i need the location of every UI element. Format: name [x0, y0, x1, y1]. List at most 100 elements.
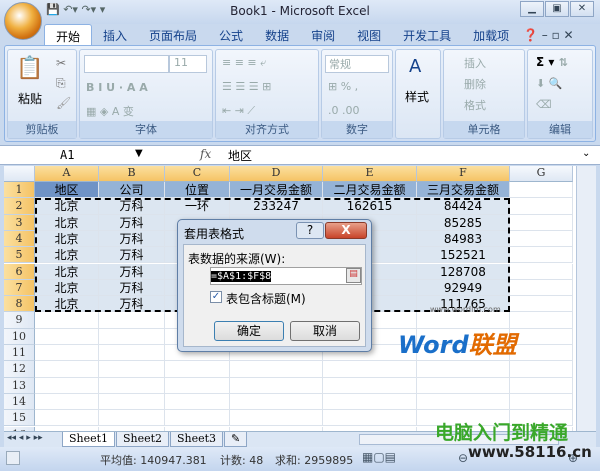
- row-header-5[interactable]: 5: [4, 247, 35, 264]
- row-header-8[interactable]: 8: [4, 296, 35, 313]
- row-header-11[interactable]: 11: [4, 345, 35, 362]
- maximize-button[interactable]: ▣: [545, 1, 569, 17]
- clear-icon[interactable]: ⌫: [536, 98, 552, 111]
- ribbon-window-controls[interactable]: ❓ – ▫ ✕: [523, 28, 574, 42]
- empty-cell[interactable]: [99, 410, 165, 427]
- empty-cell[interactable]: [323, 393, 417, 411]
- row-header-4[interactable]: 4: [4, 230, 35, 248]
- empty-cell[interactable]: [510, 296, 573, 313]
- font-size-select[interactable]: 11: [169, 55, 207, 73]
- empty-cell[interactable]: [165, 393, 230, 411]
- delete-cells-button[interactable]: 删除: [464, 76, 486, 92]
- row-header-13[interactable]: 13: [4, 377, 35, 394]
- empty-cell[interactable]: [510, 328, 573, 345]
- empty-cell[interactable]: [99, 328, 165, 345]
- empty-cell[interactable]: [510, 279, 573, 297]
- empty-cell[interactable]: [35, 393, 99, 411]
- row-header-14[interactable]: 14: [4, 393, 35, 411]
- empty-cell[interactable]: [510, 263, 573, 280]
- cancel-button[interactable]: 取消: [290, 321, 360, 341]
- redo-icon[interactable]: ↷▾: [81, 3, 96, 16]
- tab-page-layout[interactable]: 页面布局: [138, 24, 208, 46]
- empty-cell[interactable]: [323, 377, 417, 394]
- empty-cell[interactable]: [230, 393, 323, 411]
- copy-icon[interactable]: ⎘: [56, 76, 66, 91]
- empty-cell[interactable]: [510, 345, 573, 362]
- vertical-scrollbar[interactable]: [576, 166, 596, 431]
- tab-data[interactable]: 数据: [254, 24, 300, 46]
- select-all-corner[interactable]: [4, 166, 35, 182]
- empty-cell[interactable]: [230, 361, 323, 378]
- styles-button[interactable]: 样式: [405, 88, 429, 105]
- row-header-1[interactable]: 1: [4, 182, 35, 199]
- expand-formula-bar-icon[interactable]: ⌄: [582, 148, 590, 159]
- dialog-help-button[interactable]: ?: [296, 222, 324, 239]
- empty-cell[interactable]: [165, 377, 230, 394]
- number-buttons[interactable]: ⊞ % ,: [328, 80, 358, 93]
- source-range-input[interactable]: =$A$1:$F$8: [210, 267, 362, 285]
- indent-buttons[interactable]: ⇤ ⇥ ⟋: [222, 104, 255, 118]
- cut-icon[interactable]: ✂: [56, 56, 66, 70]
- empty-cell[interactable]: [230, 410, 323, 427]
- view-buttons[interactable]: ▦▢▤: [362, 450, 396, 464]
- empty-cell[interactable]: [510, 198, 573, 215]
- empty-cell[interactable]: [417, 361, 510, 378]
- collapse-dialog-icon[interactable]: ▤: [346, 268, 361, 283]
- office-button[interactable]: [4, 2, 42, 40]
- format-painter-icon[interactable]: 🖌: [56, 96, 71, 110]
- vertical-align-buttons[interactable]: ≡ ≡ ≡ ⤶: [222, 56, 266, 70]
- zoom-out-icon[interactable]: ⊖: [458, 451, 468, 465]
- empty-cell[interactable]: [510, 247, 573, 264]
- cell[interactable]: 二月交易金额: [323, 182, 417, 199]
- undo-icon[interactable]: ↶▾: [63, 3, 78, 16]
- insert-cells-button[interactable]: 插入: [464, 55, 486, 71]
- column-header-E[interactable]: E: [323, 166, 417, 182]
- row-header-12[interactable]: 12: [4, 361, 35, 378]
- font-name-select[interactable]: [84, 55, 169, 73]
- empty-cell[interactable]: [323, 410, 417, 427]
- row-header-10[interactable]: 10: [4, 328, 35, 345]
- empty-cell[interactable]: [35, 345, 99, 362]
- row-header-9[interactable]: 9: [4, 312, 35, 329]
- empty-cell[interactable]: [417, 393, 510, 411]
- empty-cell[interactable]: [510, 214, 573, 231]
- row-header-6[interactable]: 6: [4, 263, 35, 280]
- row-header-3[interactable]: 3: [4, 214, 35, 231]
- close-button[interactable]: ✕: [570, 1, 594, 17]
- column-header-A[interactable]: A: [35, 166, 99, 182]
- save-icon[interactable]: 💾: [46, 3, 60, 16]
- empty-cell[interactable]: [35, 361, 99, 378]
- empty-cell[interactable]: [35, 410, 99, 427]
- empty-cell[interactable]: [510, 377, 573, 394]
- column-header-G[interactable]: G: [510, 166, 573, 182]
- tab-formulas[interactable]: 公式: [208, 24, 254, 46]
- cell[interactable]: 三月交易金额: [417, 182, 510, 199]
- empty-cell[interactable]: [165, 361, 230, 378]
- name-box-dropdown-icon[interactable]: ▼: [135, 148, 143, 159]
- cell[interactable]: 位置: [165, 182, 230, 199]
- empty-cell[interactable]: [417, 377, 510, 394]
- empty-cell[interactable]: [99, 377, 165, 394]
- empty-cell[interactable]: [35, 312, 99, 329]
- macro-record-icon[interactable]: [6, 451, 20, 465]
- column-header-B[interactable]: B: [99, 166, 165, 182]
- empty-cell[interactable]: [35, 328, 99, 345]
- sheet-tab-3[interactable]: Sheet3: [170, 432, 224, 447]
- autosum-icon[interactable]: Σ ▾ ⇅: [536, 55, 568, 69]
- empty-cell[interactable]: [323, 361, 417, 378]
- empty-cell[interactable]: [230, 377, 323, 394]
- sheet-tab-2[interactable]: Sheet2: [116, 432, 170, 447]
- dialog-close-button[interactable]: X: [325, 222, 367, 239]
- empty-cell[interactable]: [510, 182, 573, 199]
- row-header-2[interactable]: 2: [4, 198, 35, 215]
- name-box[interactable]: A1: [60, 148, 74, 162]
- paste-button[interactable]: 粘贴: [18, 90, 42, 107]
- sheet-tab-1[interactable]: Sheet1: [62, 432, 116, 447]
- formula-input[interactable]: 地区: [228, 147, 252, 164]
- has-headers-label[interactable]: 表包含标题(M): [226, 290, 306, 307]
- sheet-nav-buttons[interactable]: ◂◂ ◂ ▸ ▸▸: [7, 433, 43, 443]
- tab-developer[interactable]: 开发工具: [392, 24, 462, 46]
- row-header-7[interactable]: 7: [4, 279, 35, 297]
- empty-cell[interactable]: [165, 410, 230, 427]
- paste-icon[interactable]: 📋: [16, 56, 43, 81]
